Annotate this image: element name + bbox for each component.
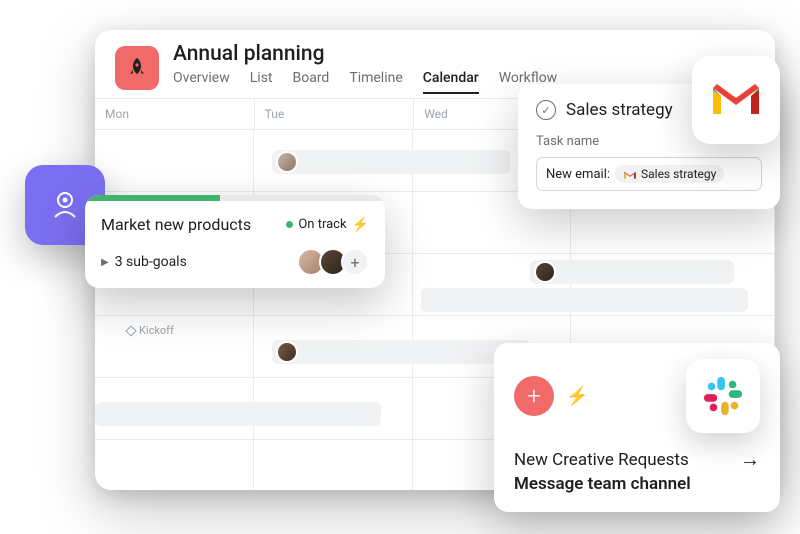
slack-app-tile (686, 359, 760, 433)
milestone-kickoff[interactable]: Kickoff (127, 324, 174, 337)
tab-list[interactable]: List (250, 70, 273, 94)
task-bar[interactable] (272, 150, 510, 174)
task-bar[interactable] (272, 340, 530, 364)
milestone-label: Kickoff (139, 324, 174, 337)
status-dot-icon (286, 221, 293, 228)
chip-text: Sales strategy (641, 167, 716, 181)
goal-title: Market new products (101, 215, 251, 234)
tabs: Overview List Board Timeline Calendar Wo… (173, 70, 557, 94)
calendar-cell[interactable] (95, 316, 254, 377)
task-bar[interactable] (530, 260, 734, 284)
task-title: Sales strategy (566, 100, 673, 120)
avatar (276, 341, 298, 363)
tab-timeline[interactable]: Timeline (349, 70, 402, 94)
avatar (276, 151, 298, 173)
goal-icon (45, 185, 85, 225)
tab-calendar[interactable]: Calendar (423, 70, 479, 94)
gmail-app-tile[interactable] (692, 56, 780, 144)
complete-task-button[interactable]: ✓ (536, 100, 556, 120)
arrow-right-icon: → (740, 447, 760, 472)
gmail-mini-icon (623, 169, 637, 180)
goal-members: + (303, 248, 369, 276)
subgoals-toggle[interactable]: ▶ 3 sub-goals (101, 254, 187, 270)
add-member-button[interactable]: + (341, 248, 369, 276)
automation-card[interactable]: + ⚡ New Creative Requests → Message team… (494, 343, 780, 512)
chevron-right-icon: ▶ (101, 257, 109, 268)
calendar-cell[interactable] (254, 440, 413, 490)
bolt-icon: ⚡ (566, 386, 588, 407)
task-name-input[interactable]: New email: Sales strategy (536, 157, 762, 191)
email-chip[interactable]: Sales strategy (615, 165, 724, 183)
automation-trigger-text: New Creative Requests (514, 450, 689, 470)
project-icon (115, 46, 159, 90)
avatar (534, 261, 556, 283)
tab-overview[interactable]: Overview (173, 70, 230, 94)
project-title-block: Annual planning Overview List Board Time… (173, 42, 557, 94)
day-mon: Mon (95, 99, 255, 129)
bolt-icon: ⚡ (352, 217, 369, 233)
diamond-icon (125, 325, 136, 336)
tab-board[interactable]: Board (293, 70, 330, 94)
task-name-prefix: New email: (546, 167, 610, 182)
status-label: On track (298, 217, 346, 232)
calendar-cell[interactable] (95, 130, 254, 191)
goal-card[interactable]: Market new products On track ⚡ ▶ 3 sub-g… (85, 195, 385, 288)
goal-status: On track ⚡ (286, 217, 369, 233)
day-tue: Tue (255, 99, 415, 129)
rocket-icon (125, 56, 149, 80)
slack-icon (702, 375, 744, 417)
task-bar[interactable] (95, 402, 381, 426)
project-title: Annual planning (173, 42, 557, 66)
calendar-cell[interactable] (95, 440, 254, 490)
subgoals-label: 3 sub-goals (115, 254, 187, 270)
automation-action-text: Message team channel (514, 474, 760, 494)
gmail-icon (709, 80, 763, 120)
create-trigger-icon: + (514, 376, 554, 416)
task-bar[interactable] (421, 288, 747, 312)
